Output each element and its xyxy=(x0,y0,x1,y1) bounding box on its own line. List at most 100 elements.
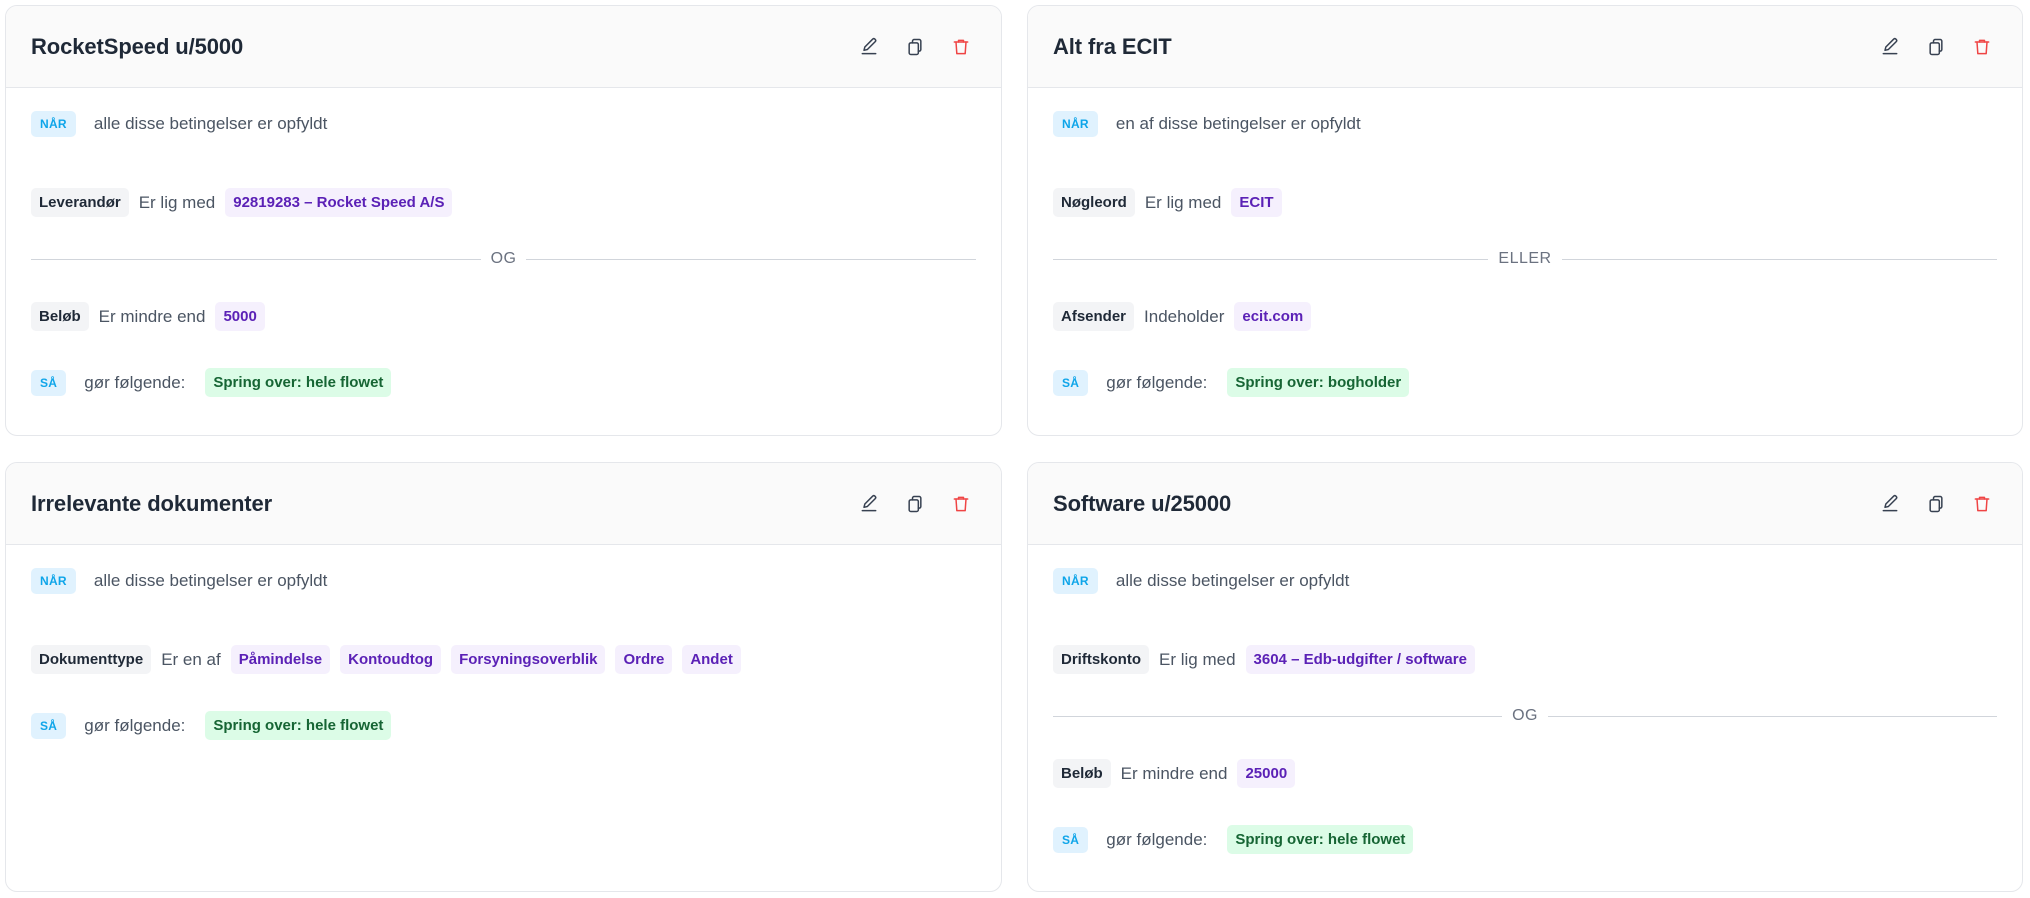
copy-icon xyxy=(908,38,922,55)
condition-value: 5000 xyxy=(215,302,265,331)
action-tag: Spring over: hele flowet xyxy=(205,368,392,397)
trash-icon xyxy=(953,496,969,511)
rule-card: Alt fra ECIT NÅR en af disse betingelser… xyxy=(1027,5,2023,436)
copy-button[interactable] xyxy=(899,31,931,63)
rule-actions xyxy=(1874,31,1998,63)
then-keyword: SÅ xyxy=(31,712,67,739)
condition-operator: Er mindre end xyxy=(98,306,206,326)
rule-title: RocketSpeed u/5000 xyxy=(31,33,244,59)
rule-title: Irrelevante dokumenter xyxy=(31,490,273,516)
then-row: SÅ gør følgende: Spring over: hele flowe… xyxy=(31,711,976,740)
condition-field: Dokumenttype xyxy=(31,645,152,674)
then-keyword: SÅ xyxy=(1053,826,1089,853)
condition-value: Forsyningsoverblik xyxy=(451,645,606,674)
when-keyword: NÅR xyxy=(1053,111,1098,137)
then-row: SÅ gør følgende: Spring over: bogholder xyxy=(1053,368,1997,397)
condition-operator: Er lig med xyxy=(1144,192,1222,212)
rule-card-header: Alt fra ECIT xyxy=(1028,6,2022,88)
when-row: NÅR alle disse betingelser er opfyldt xyxy=(1053,568,1997,594)
rule-card: RocketSpeed u/5000 NÅR alle disse beting… xyxy=(5,5,1002,436)
condition-field: Beløb xyxy=(31,302,89,331)
when-keyword: NÅR xyxy=(31,111,76,137)
then-text: gør følgende: xyxy=(1106,829,1208,849)
edit-button[interactable] xyxy=(853,31,885,63)
pencil-icon xyxy=(861,494,877,511)
action-tag: Spring over: bogholder xyxy=(1227,368,1410,397)
condition-operator: Er lig med xyxy=(138,192,216,212)
condition-field: Driftskonto xyxy=(1053,645,1149,674)
copy-icon xyxy=(1929,495,1943,512)
delete-button[interactable] xyxy=(1966,488,1998,520)
then-text: gør følgende: xyxy=(84,715,186,735)
condition-field: Beløb xyxy=(1053,759,1111,788)
joiner-label: OG xyxy=(1512,707,1538,724)
delete-button[interactable] xyxy=(945,31,977,63)
trash-icon xyxy=(1974,39,1990,54)
condition-row: Beløb Er mindre end 25000 xyxy=(1053,759,1997,788)
edit-button[interactable] xyxy=(1874,31,1906,63)
when-row: NÅR en af disse betingelser er opfyldt xyxy=(1053,111,1997,137)
action-tag: Spring over: hele flowet xyxy=(205,711,392,740)
copy-icon xyxy=(908,495,922,512)
edit-button[interactable] xyxy=(853,488,885,520)
rule-card: Software u/25000 NÅR alle disse betingel… xyxy=(1027,462,2023,892)
then-keyword: SÅ xyxy=(1053,369,1089,396)
condition-row: Beløb Er mindre end 5000 xyxy=(31,302,976,331)
when-row: NÅR alle disse betingelser er opfyldt xyxy=(31,568,976,594)
rule-actions xyxy=(853,488,977,520)
when-text: en af disse betingelser er opfyldt xyxy=(1115,114,1361,133)
condition-value: ecit.com xyxy=(1234,302,1312,331)
condition-value: 3604 – Edb-udgifter / software xyxy=(1245,645,1475,674)
delete-button[interactable] xyxy=(1966,31,1998,63)
condition-row: Nøgleord Er lig med ECIT xyxy=(1053,188,1997,217)
rule-actions xyxy=(1874,488,1998,520)
condition-value: Ordre xyxy=(615,645,673,674)
condition-operator: Er en af xyxy=(161,649,221,669)
condition-separator: OG xyxy=(1053,707,1998,725)
when-text: alle disse betingelser er opfyldt xyxy=(93,114,328,133)
when-keyword: NÅR xyxy=(1053,568,1098,594)
condition-row: Leverandør Er lig med 92819283 – Rocket … xyxy=(31,188,976,217)
rule-title: Software u/25000 xyxy=(1053,490,1232,516)
pencil-icon xyxy=(1882,37,1898,54)
condition-separator: OG xyxy=(31,250,977,268)
condition-operator: Er mindre end xyxy=(1120,763,1228,783)
when-row: NÅR alle disse betingelser er opfyldt xyxy=(31,111,976,137)
copy-icon xyxy=(1929,38,1943,55)
then-row: SÅ gør følgende: Spring over: hele flowe… xyxy=(1053,825,1997,854)
trash-icon xyxy=(1974,496,1990,511)
rule-card-header: Irrelevante dokumenter xyxy=(6,463,1001,545)
condition-value: Andet xyxy=(682,645,741,674)
condition-field: Leverandør xyxy=(31,188,129,217)
condition-row: Afsender Indeholder ecit.com xyxy=(1053,302,1997,331)
pencil-icon xyxy=(861,37,877,54)
when-text: alle disse betingelser er opfyldt xyxy=(1115,571,1350,590)
copy-button[interactable] xyxy=(1920,31,1952,63)
condition-field: Nøgleord xyxy=(1053,188,1135,217)
action-tag: Spring over: hele flowet xyxy=(1227,825,1414,854)
condition-row: Driftskonto Er lig med 3604 – Edb-udgift… xyxy=(1053,645,1997,674)
condition-value: 92819283 – Rocket Speed A/S xyxy=(225,188,453,217)
rule-card-header: Software u/25000 xyxy=(1028,463,2022,545)
then-keyword: SÅ xyxy=(31,369,67,396)
trash-icon xyxy=(953,39,969,54)
edit-button[interactable] xyxy=(1874,488,1906,520)
rule-title: Alt fra ECIT xyxy=(1053,33,1172,59)
when-text: alle disse betingelser er opfyldt xyxy=(93,571,328,590)
copy-button[interactable] xyxy=(899,488,931,520)
delete-button[interactable] xyxy=(945,488,977,520)
rule-actions xyxy=(853,31,977,63)
rule-card: Irrelevante dokumenter NÅR alle disse be… xyxy=(5,462,1002,892)
condition-value: Kontoudtog xyxy=(340,645,442,674)
copy-button[interactable] xyxy=(1920,488,1952,520)
joiner-label: OG xyxy=(490,250,517,267)
condition-value: 25000 xyxy=(1237,759,1296,788)
joiner-label: ELLER xyxy=(1498,250,1552,267)
condition-value: ECIT xyxy=(1231,188,1282,217)
when-keyword: NÅR xyxy=(31,568,76,594)
condition-value: Påmindelse xyxy=(230,645,331,674)
condition-operator: Indeholder xyxy=(1144,306,1225,326)
rule-card-header: RocketSpeed u/5000 xyxy=(6,6,1001,88)
then-text: gør følgende: xyxy=(1106,372,1208,392)
condition-operator: Er lig med xyxy=(1159,649,1236,669)
